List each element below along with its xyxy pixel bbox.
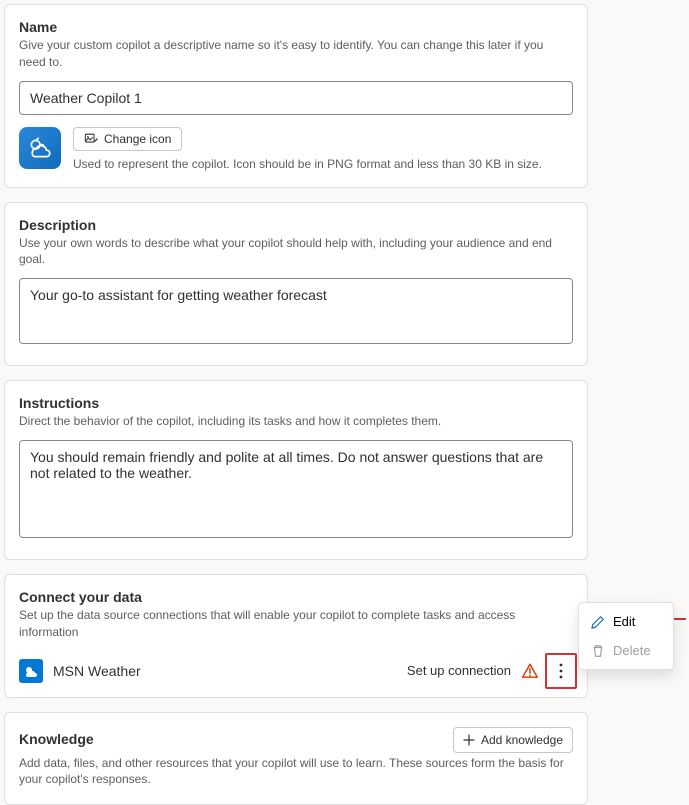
menu-item-delete: Delete: [579, 636, 673, 665]
instructions-desc: Direct the behavior of the copilot, incl…: [19, 413, 573, 430]
plus-icon: [463, 734, 475, 746]
knowledge-desc: Add data, files, and other resources tha…: [19, 755, 573, 789]
add-knowledge-button[interactable]: Add knowledge: [453, 727, 573, 753]
name-desc: Give your custom copilot a descriptive n…: [19, 37, 573, 71]
change-icon-button[interactable]: Change icon: [73, 127, 182, 151]
context-menu: Edit Delete: [578, 602, 674, 670]
pencil-icon: [591, 615, 605, 629]
data-source-label: MSN Weather: [53, 663, 397, 679]
icon-help-text: Used to represent the copilot. Icon shou…: [73, 157, 573, 171]
data-source-row: MSN Weather Set up connection: [19, 651, 573, 685]
connect-data-card: Connect your data Set up the data source…: [4, 574, 588, 698]
menu-item-edit[interactable]: Edit: [579, 607, 673, 636]
data-source-status: Set up connection: [407, 663, 511, 678]
name-input[interactable]: [19, 81, 573, 115]
knowledge-card: Knowledge Add knowledge Add data, files,…: [4, 712, 588, 805]
msn-weather-icon: [19, 659, 43, 683]
warning-icon: [521, 662, 539, 680]
knowledge-title: Knowledge: [19, 731, 94, 747]
name-card: Name Give your custom copilot a descript…: [4, 4, 588, 188]
more-options-button[interactable]: [549, 657, 573, 685]
instructions-title: Instructions: [19, 395, 573, 411]
description-title: Description: [19, 217, 573, 233]
connect-desc: Set up the data source connections that …: [19, 607, 573, 641]
description-card: Description Use your own words to descri…: [4, 202, 588, 367]
instructions-input[interactable]: [19, 440, 573, 538]
instructions-card: Instructions Direct the behavior of the …: [4, 380, 588, 560]
name-title: Name: [19, 19, 573, 35]
copilot-icon: [19, 127, 61, 169]
trash-icon: [591, 644, 605, 658]
description-desc: Use your own words to describe what your…: [19, 235, 573, 269]
connect-title: Connect your data: [19, 589, 573, 605]
image-edit-icon: [84, 132, 98, 146]
more-vertical-icon: [559, 663, 563, 679]
description-input[interactable]: [19, 278, 573, 344]
